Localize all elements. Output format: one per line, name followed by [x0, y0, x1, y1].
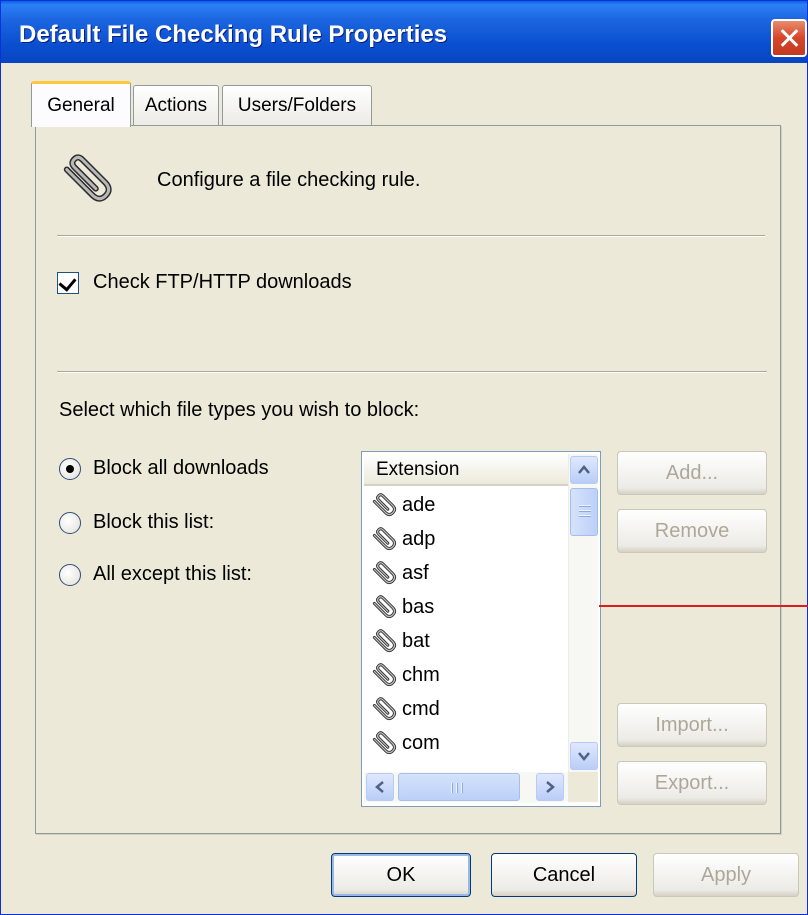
paperclip-icon [372, 493, 397, 517]
list-item[interactable]: asf [366, 556, 566, 590]
radio-block-all-button[interactable] [59, 457, 81, 480]
radio-block-all-label: Block all downloads [93, 457, 269, 479]
radio-block-list-label: Block this list: [93, 511, 215, 533]
paperclip-icon [63, 154, 112, 202]
scroll-left-button[interactable] [366, 773, 394, 801]
list-item-label: cmd [402, 697, 440, 720]
extension-list-items[interactable]: ade adp asf bas bat chm cmd com [366, 488, 566, 772]
horizontal-scrollbar[interactable] [364, 772, 568, 802]
list-item-label: bat [402, 629, 430, 652]
scroll-down-button[interactable] [570, 742, 598, 770]
paperclip-icon [372, 663, 397, 687]
list-item-label: chm [402, 663, 440, 686]
cancel-button[interactable]: Cancel [491, 853, 637, 897]
list-item-label: asf [402, 561, 429, 584]
list-item-label: ade [402, 493, 436, 516]
list-item[interactable]: bas [366, 590, 566, 624]
apply-button-label: Apply [700, 863, 752, 886]
extension-listbox[interactable]: Extension ade adp asf bas bat chm cmd co… [361, 451, 601, 807]
check-downloads-row[interactable]: Check FTP/HTTP downloads [57, 271, 352, 294]
divider-top [57, 235, 765, 237]
radio-all-except[interactable]: All except this list: [59, 563, 252, 586]
list-item[interactable]: chm [366, 658, 566, 692]
list-item[interactable]: ade [366, 488, 566, 522]
extension-column-header[interactable]: Extension [364, 454, 568, 486]
close-button[interactable] [771, 19, 807, 57]
block-section-label: Select which file types you wish to bloc… [59, 399, 420, 421]
radio-block-list-button[interactable] [59, 511, 81, 534]
chevron-right-icon [546, 781, 555, 793]
list-item[interactable]: cmd [366, 692, 566, 726]
tab-actions-label: Actions [144, 94, 208, 116]
ok-button[interactable]: OK [331, 853, 471, 897]
ok-button-label: OK [386, 863, 416, 886]
radio-all-except-label: All except this list: [93, 563, 252, 585]
apply-button[interactable]: Apply [653, 853, 799, 897]
paperclip-icon [372, 697, 397, 721]
dialog-window: Default File Checking Rule Properties Ge… [0, 0, 808, 915]
check-downloads-label: Check FTP/HTTP downloads [93, 271, 352, 293]
vertical-scrollbar[interactable] [568, 454, 598, 772]
remove-button[interactable]: Remove [617, 509, 767, 553]
export-button-label: Export... [654, 771, 730, 794]
scrollbar-corner [568, 772, 598, 802]
divider-middle [57, 371, 767, 373]
add-button-label: Add... [665, 461, 719, 484]
title-bar[interactable]: Default File Checking Rule Properties [1, 1, 807, 63]
chevron-down-icon [578, 752, 590, 761]
chevron-up-icon [578, 465, 590, 474]
remove-button-label: Remove [654, 519, 730, 542]
radio-block-list[interactable]: Block this list: [59, 511, 214, 534]
export-button[interactable]: Export... [617, 761, 767, 805]
list-item-label: bas [402, 595, 435, 618]
scroll-right-button[interactable] [536, 773, 564, 801]
list-item-label: com [402, 731, 440, 754]
tab-users-folders-label: Users/Folders [237, 94, 357, 116]
paperclip-icon [372, 561, 397, 585]
paperclip-icon [372, 731, 397, 755]
paperclip-icon [372, 527, 397, 551]
chevron-left-icon [375, 781, 384, 793]
annotation-line [599, 605, 808, 607]
tab-general-label: General [47, 94, 115, 116]
vertical-scroll-thumb[interactable] [570, 488, 598, 536]
paperclip-icon [372, 595, 397, 619]
window-title: Default File Checking Rule Properties [19, 21, 448, 48]
list-item[interactable]: adp [366, 522, 566, 556]
check-downloads-checkbox[interactable] [57, 271, 79, 294]
radio-all-except-button[interactable] [59, 563, 81, 586]
tab-general[interactable]: General [31, 81, 131, 127]
list-item-label: adp [402, 527, 436, 550]
intro-text: Configure a file checking rule. [157, 169, 421, 191]
scroll-up-button[interactable] [570, 456, 598, 484]
list-item[interactable]: com [366, 726, 566, 760]
import-button-label: Import... [655, 713, 729, 736]
horizontal-scroll-thumb[interactable] [398, 773, 520, 801]
tab-users-folders[interactable]: Users/Folders [222, 85, 372, 125]
list-item[interactable]: bat [366, 624, 566, 658]
import-button[interactable]: Import... [617, 703, 767, 747]
tab-actions[interactable]: Actions [133, 85, 219, 125]
cancel-button-label: Cancel [532, 863, 596, 886]
add-button[interactable]: Add... [617, 451, 767, 495]
radio-block-all[interactable]: Block all downloads [59, 457, 269, 480]
paperclip-icon [372, 629, 397, 653]
